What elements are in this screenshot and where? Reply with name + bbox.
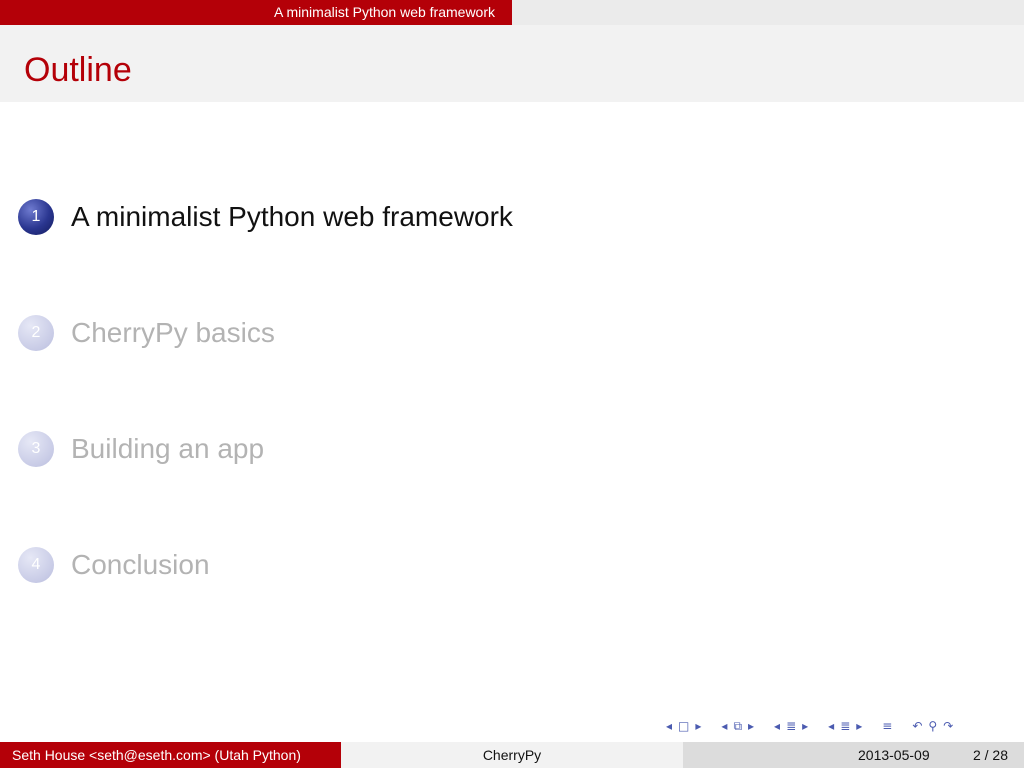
title-bar: Outline xyxy=(0,25,1024,102)
arrow-left-icon[interactable]: ◂ xyxy=(774,716,780,736)
toc-number-badge: 3 xyxy=(18,431,54,467)
footer: Seth House <seth@eseth.com> (Utah Python… xyxy=(0,742,1024,768)
footer-right: 2013-05-09 2 / 28 xyxy=(683,742,1024,768)
toc-item-label: A minimalist Python web framework xyxy=(71,201,513,232)
arrow-right-icon[interactable]: ▸ xyxy=(695,716,701,736)
redo-icon[interactable]: ↷ xyxy=(943,716,953,736)
page-number: 2 / 28 xyxy=(972,747,1008,763)
arrow-right-icon[interactable]: ▸ xyxy=(856,716,862,736)
toc-item-label: Conclusion xyxy=(71,549,210,580)
arrow-left-icon[interactable]: ◂ xyxy=(666,716,672,736)
align-icon[interactable]: ≡ xyxy=(882,716,892,736)
undo-icon[interactable]: ↶ xyxy=(912,716,922,736)
footer-short-title: CherryPy xyxy=(341,742,683,768)
toc-item-4[interactable]: 4 Conclusion xyxy=(18,545,210,585)
search-icon[interactable]: ⚲ xyxy=(928,716,937,736)
arrow-right-icon[interactable]: ▸ xyxy=(748,716,754,736)
section-tab[interactable]: A minimalist Python web framework xyxy=(0,0,512,25)
arrow-right-icon[interactable]: ▸ xyxy=(802,716,808,736)
section-icon[interactable]: ≣ xyxy=(786,716,796,736)
footer-author: Seth House <seth@eseth.com> (Utah Python… xyxy=(0,742,341,768)
toc-item-2[interactable]: 2 CherryPy basics xyxy=(18,313,275,353)
toc-number-badge: 4 xyxy=(18,547,54,583)
toc-item-label: Building an app xyxy=(71,433,265,464)
toc-number-badge: 1 xyxy=(18,199,54,235)
toc-item-label: CherryPy basics xyxy=(71,317,275,348)
toc-number-badge: 2 xyxy=(18,315,54,351)
navigation-bar: ◂ □ ▸ ◂ ⧉ ▸ ◂ ≣ ▸ ◂ ≣ ▸ ≡ ↶ ⚲ ↷ xyxy=(666,716,953,736)
presentation-icon[interactable]: ≣ xyxy=(840,716,850,736)
arrow-left-icon[interactable]: ◂ xyxy=(721,716,727,736)
toc-item-3[interactable]: 3 Building an app xyxy=(18,429,264,469)
arrow-left-icon[interactable]: ◂ xyxy=(828,716,834,736)
toc-item-1[interactable]: 1 A minimalist Python web framework xyxy=(18,197,513,237)
page-title: Outline xyxy=(24,51,132,89)
frame-icon[interactable]: □ xyxy=(678,716,689,736)
subsection-icon[interactable]: ⧉ xyxy=(733,716,742,736)
footer-date: 2013-05-09 xyxy=(858,747,930,763)
